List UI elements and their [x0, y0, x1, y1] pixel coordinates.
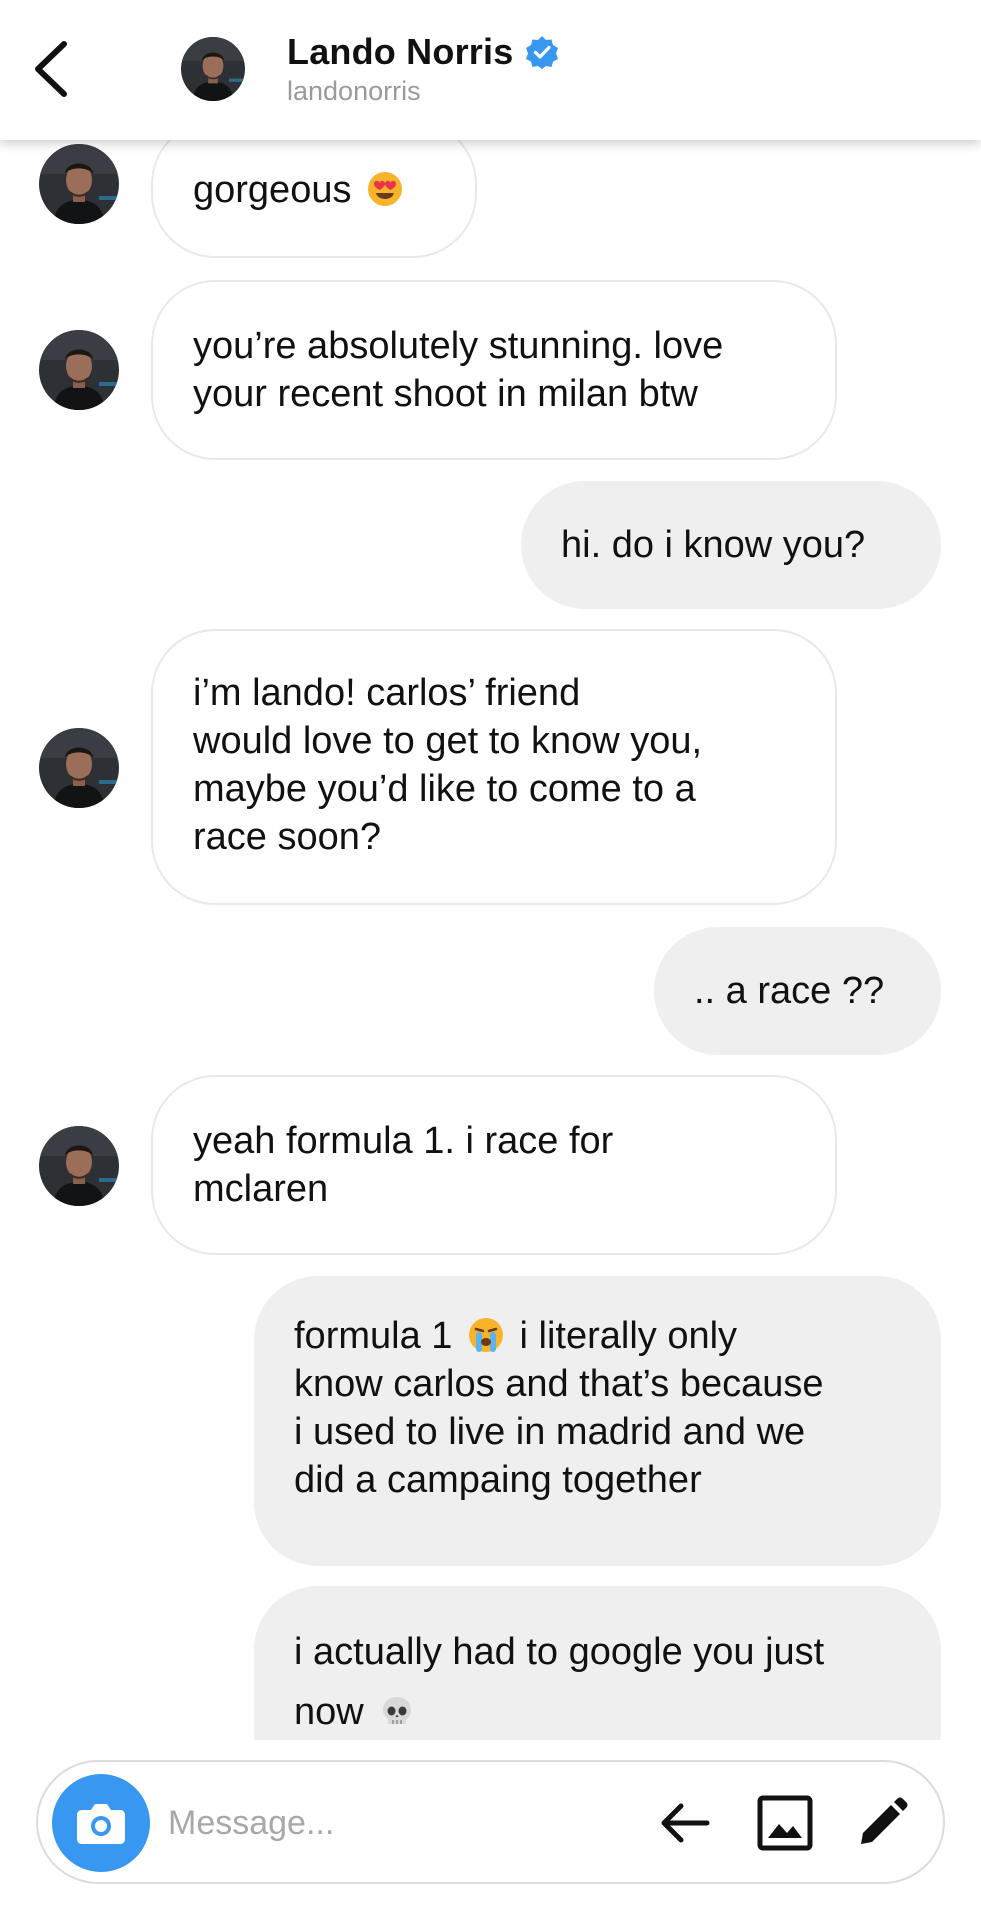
message-text: race soon? — [193, 816, 382, 858]
loudly-crying-emoji — [467, 1316, 505, 1354]
message-text: would love to get to know you, — [193, 720, 703, 762]
message-text: .. a race ?? — [694, 970, 885, 1012]
message-text: i used to live in madrid and we — [294, 1411, 806, 1453]
message-input[interactable] — [168, 1792, 648, 1854]
message-text: know carlos and that’s because — [294, 1363, 824, 1405]
image-icon — [757, 1795, 813, 1851]
back-arrow-button[interactable] — [653, 1790, 719, 1856]
message-text: i’m lando! carlos’ friend — [193, 672, 581, 714]
message-text: you’re absolutely stunning. love — [193, 325, 724, 367]
sticker-button[interactable] — [849, 1790, 915, 1856]
message-composer — [36, 1760, 945, 1884]
message-text: yeah formula 1. i race for — [193, 1120, 614, 1162]
message-bubble-outgoing[interactable]: i actually had to google you just now — [254, 1586, 941, 1740]
message-text: formula 1 i literally only — [294, 1315, 738, 1357]
camera-icon — [77, 1804, 125, 1844]
avatar[interactable] — [39, 1126, 119, 1206]
chat-screen: Lando Norris landonorris gorgeous you’re… — [0, 0, 981, 1920]
message-bubble-incoming[interactable]: you’re absolutely stunning. love your re… — [151, 280, 837, 460]
message-text: now — [294, 1682, 899, 1740]
message-text: gorgeous — [193, 166, 435, 214]
gallery-button[interactable] — [752, 1790, 818, 1856]
message-bubble-outgoing[interactable]: formula 1 i literally only know carlos a… — [254, 1276, 941, 1566]
skull-emoji — [378, 1692, 416, 1730]
message-text: your recent shoot in milan btw — [193, 373, 698, 415]
message-text: did a campaing together — [294, 1459, 702, 1501]
camera-button[interactable] — [52, 1774, 150, 1872]
chat-header: Lando Norris landonorris — [0, 0, 981, 140]
back-button[interactable] — [24, 36, 84, 102]
message-bubble-outgoing[interactable]: .. a race ?? — [654, 927, 941, 1055]
chevron-left-icon — [35, 41, 67, 97]
avatar[interactable] — [39, 330, 119, 410]
pencil-icon — [861, 1797, 908, 1844]
header-title-row: Lando Norris — [287, 30, 559, 74]
message-text: i actually had to google you just — [294, 1631, 825, 1673]
message-text: hi. do i know you? — [561, 524, 866, 566]
avatar[interactable] — [181, 37, 245, 101]
arrow-left-icon — [661, 1803, 710, 1843]
message-bubble-incoming[interactable]: i’m lando! carlos’ friend would love to … — [151, 629, 837, 905]
message-bubble-incoming[interactable]: gorgeous — [151, 140, 477, 258]
message-list[interactable]: gorgeous you’re absolutely stunning. lov… — [0, 140, 981, 1740]
avatar[interactable] — [39, 728, 119, 808]
contact-username: landonorris — [287, 76, 421, 106]
message-text: maybe you’d like to come to a — [193, 768, 696, 810]
heart-eyes-emoji — [366, 170, 404, 208]
message-bubble-incoming[interactable]: yeah formula 1. i race for mclaren — [151, 1075, 837, 1255]
message-text: mclaren — [193, 1168, 329, 1210]
contact-name[interactable]: Lando Norris — [287, 31, 513, 73]
verified-badge-icon — [526, 36, 559, 69]
avatar[interactable] — [39, 144, 119, 224]
message-bubble-outgoing[interactable]: hi. do i know you? — [521, 481, 941, 609]
